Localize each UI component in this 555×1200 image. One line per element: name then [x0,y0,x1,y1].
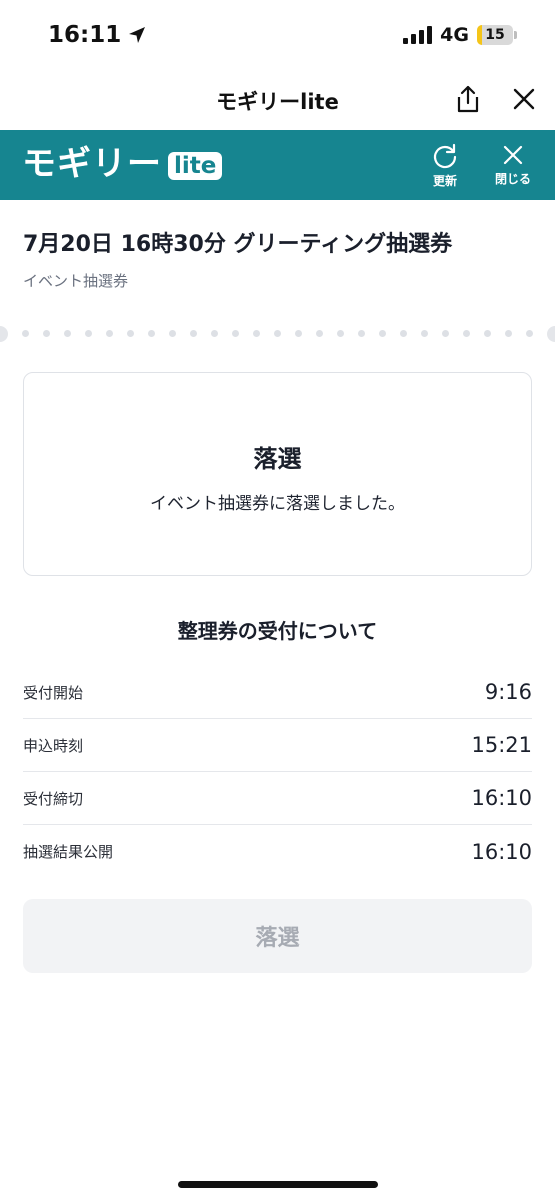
signal-icon [403,26,433,44]
refresh-button[interactable]: 更新 [421,142,469,189]
nav-header: モギリーlite [0,70,555,130]
battery-icon: 15 [477,25,513,45]
battery-level: 15 [485,27,505,43]
table-row: 受付開始 9:16 [23,666,532,719]
perforation-notch-left [0,326,8,342]
result-button[interactable]: 落選 [23,899,532,973]
share-icon [457,85,479,113]
refresh-icon [433,143,457,169]
table-row: 申込時刻 15:21 [23,719,532,772]
brand-logo: モギリー lite [22,144,223,184]
result-card: 落選 イベント抽選券に落選しました。 [23,372,532,576]
status-bar: 16:11 4G 15 [0,0,555,70]
section-title: 整理券の受付について [177,619,378,643]
row-label: 受付開始 [23,683,84,702]
row-value: 15:21 [471,733,532,757]
row-value: 16:10 [471,839,532,864]
close-icon [513,88,535,110]
close-label: 閉じる [494,172,531,186]
event-title: 7月20日 16時30分 グリーティング抽選券 [23,232,453,257]
network-label: 4G [440,24,469,46]
status-indicators: 4G 15 [403,24,517,46]
row-value: 9:16 [484,680,532,704]
app-close-button[interactable]: 閉じる [489,142,537,187]
status-time: 16:11 [48,22,147,48]
result-message: イベント抽選券に落選しました。 [150,494,405,514]
table-row: 受付締切 16:10 [23,772,532,825]
share-button[interactable] [451,82,485,116]
ticket-perforation [0,326,555,342]
brand-badge: lite [168,152,223,180]
close-button[interactable] [507,82,541,116]
perforation-dots [22,330,533,338]
app-bar: モギリー lite 更新 閉じる [0,130,555,200]
perforation-notch-right [547,326,555,342]
event-subtitle: イベント抽選券 [23,272,129,290]
location-arrow-icon [129,27,146,43]
close-icon [503,145,523,165]
result-title: 落選 [253,445,302,473]
battery-cap [514,31,517,39]
row-label: 申込時刻 [23,736,84,755]
status-time-text: 16:11 [48,22,122,48]
info-table: 受付開始 9:16 申込時刻 15:21 受付締切 16:10 抽選結果公開 1… [23,666,532,878]
refresh-label: 更新 [432,174,457,188]
row-label: 抽選結果公開 [23,843,114,861]
table-row: 抽選結果公開 16:10 [23,825,532,878]
row-value: 16:10 [471,786,532,810]
home-indicator[interactable] [178,1181,378,1188]
row-label: 受付締切 [23,789,84,808]
brand-name: モギリー [22,144,162,184]
